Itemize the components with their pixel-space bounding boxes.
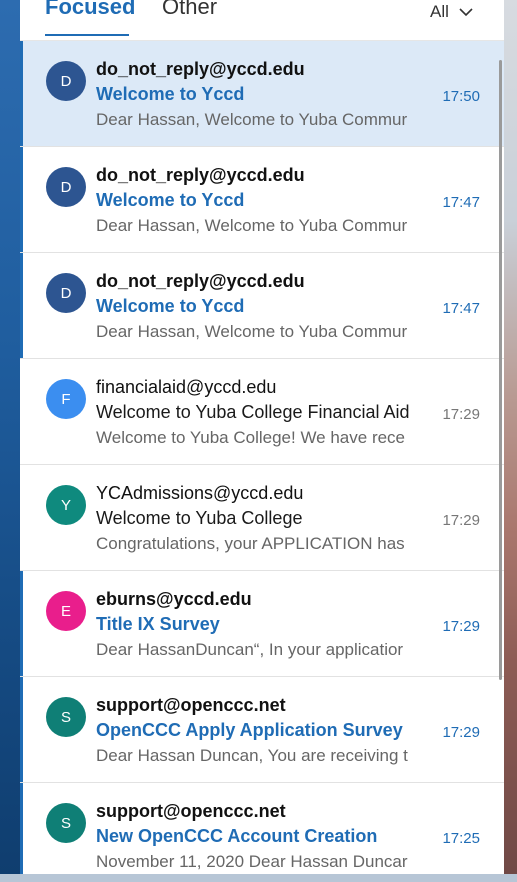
message-time: 17:25 [442, 830, 480, 847]
avatar: D [46, 167, 86, 207]
chevron-down-icon [459, 7, 473, 17]
avatar: S [46, 697, 86, 737]
message-preview: Dear Hassan Duncan, You are receiving t [96, 746, 408, 765]
message-subject: OpenCCC Apply Application Survey [96, 720, 403, 740]
message-subject: New OpenCCC Account Creation [96, 826, 378, 846]
message-time: 17:29 [442, 512, 480, 529]
message-preview: Dear HassanDuncan“, In your applicatior [96, 640, 404, 659]
message-sender: support@openccc.net [96, 695, 286, 715]
message-preview: Welcome to Yuba College! We have rece [96, 428, 406, 447]
filter-label: All [430, 2, 449, 21]
message-sender: do_not_reply@yccd.edu [96, 271, 305, 291]
desktop-background-left [0, 0, 22, 882]
message-time: 17:47 [442, 300, 480, 317]
message-subject: Welcome to Yuba College [96, 508, 303, 528]
tab-focused-underline [45, 34, 129, 36]
avatar: E [46, 591, 86, 631]
avatar: Y [46, 485, 86, 525]
message-preview: November 11, 2020 Dear Hassan Duncar [96, 852, 408, 871]
avatar: F [46, 379, 86, 419]
message-subject: Title IX Survey [96, 614, 220, 634]
message-sender: do_not_reply@yccd.edu [96, 59, 305, 79]
message-time: 17:47 [442, 194, 480, 211]
message-item[interactable]: Ssupport@openccc.net OpenCCC Apply Applic… [20, 677, 504, 783]
message-preview: Dear Hassan, Welcome to Yuba Commur [96, 110, 408, 129]
message-item[interactable]: Y YCAdmissions@yccd.edu Welcome to Yuba Co… [20, 465, 504, 571]
tab-focused[interactable]: Focused [45, 0, 135, 20]
message-time: 17:29 [442, 724, 480, 741]
message-item[interactable]: Ddo_not_reply@yccd.edu Welcome to Yccd 17:… [20, 253, 504, 359]
message-subject: Welcome to Yuba College Financial Aid [96, 402, 410, 422]
message-subject: Welcome to Yccd [96, 84, 245, 104]
avatar: D [46, 61, 86, 101]
message-item[interactable]: Ssupport@openccc.net New OpenCCC Account … [20, 783, 504, 882]
avatar: D [46, 273, 86, 313]
message-list-panel: Focused Other All Ddo_not_reply@yccd.edu… [20, 0, 504, 882]
message-sender: do_not_reply@yccd.edu [96, 165, 305, 185]
message-time: 17:50 [442, 88, 480, 105]
message-time: 17:29 [442, 406, 480, 423]
message-list: Ddo_not_reply@yccd.edu Welcome to Yccd 17:… [20, 41, 504, 882]
message-preview: Dear Hassan, Welcome to Yuba Commur [96, 322, 408, 341]
tab-other[interactable]: Other [162, 0, 217, 20]
message-time: 17:29 [442, 618, 480, 635]
message-item[interactable]: Ffinancialaid@yccd.edu Welcome to Yuba Co… [20, 359, 504, 465]
message-sender: YCAdmissions@yccd.edu [96, 483, 304, 503]
message-subject: Welcome to Yccd [96, 190, 245, 210]
message-preview: Dear Hassan, Welcome to Yuba Commur [96, 216, 408, 235]
message-sender: financialaid@yccd.edu [96, 377, 277, 397]
message-item[interactable]: Ddo_not_reply@yccd.edu Welcome to Yccd 17:… [20, 41, 504, 147]
scrollbar[interactable] [499, 60, 502, 680]
message-preview: Congratulations, your APPLICATION has [96, 534, 405, 553]
desktop-background-right [504, 0, 517, 882]
message-subject: Welcome to Yccd [96, 296, 245, 316]
inbox-tabs: Focused Other All [20, 0, 504, 41]
message-item[interactable]: Eeburns@yccd.edu Title IX Survey 17:29 Dear… [20, 571, 504, 677]
message-item[interactable]: Ddo_not_reply@yccd.edu Welcome to Yccd 17:… [20, 147, 504, 253]
taskbar-edge [0, 874, 517, 882]
message-sender: eburns@yccd.edu [96, 589, 252, 609]
message-sender: support@openccc.net [96, 801, 286, 821]
filter-dropdown[interactable]: All [430, 2, 473, 22]
avatar: S [46, 803, 86, 843]
